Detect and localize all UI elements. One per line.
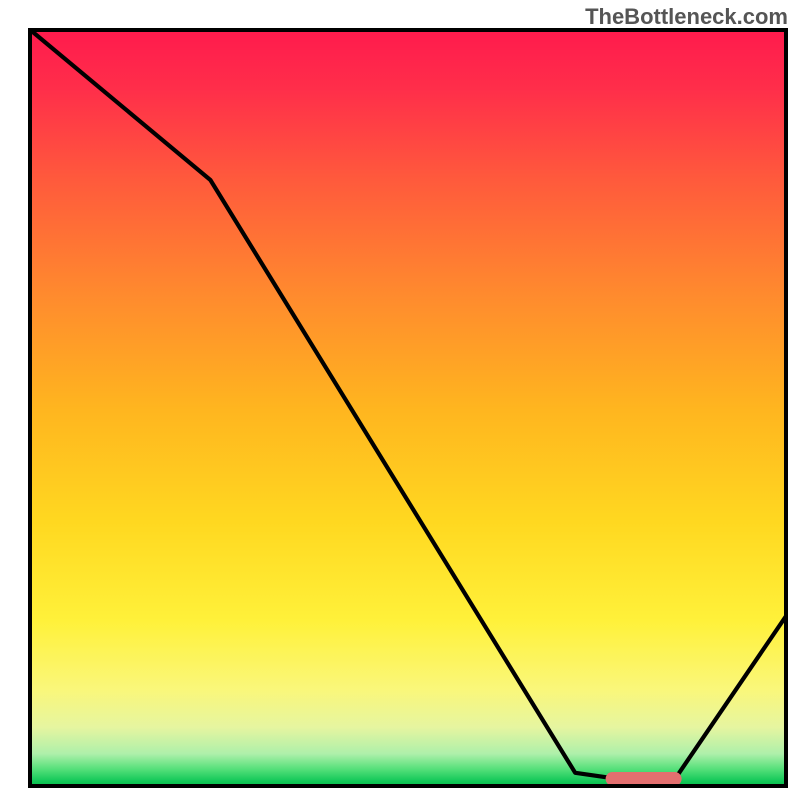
chart-container: TheBottleneck.com [0,0,800,800]
plot-area [28,28,788,788]
watermark-text: TheBottleneck.com [585,4,788,30]
bottleneck-gradient-background [28,28,788,788]
